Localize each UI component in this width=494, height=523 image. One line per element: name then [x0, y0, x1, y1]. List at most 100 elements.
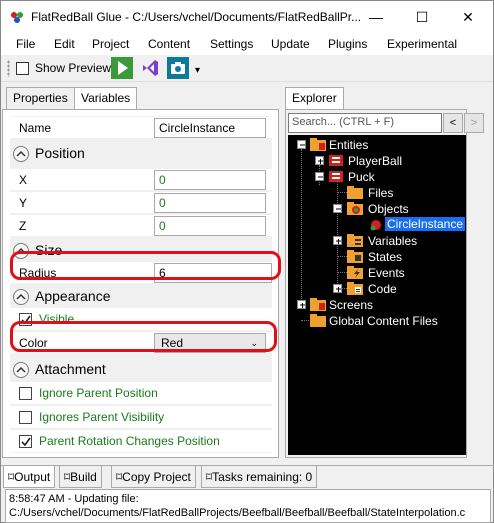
collapse-appearance-icon[interactable]	[13, 289, 29, 305]
menu-plugins[interactable]: Plugins	[328, 37, 367, 51]
x-field[interactable]: 0	[154, 170, 266, 190]
maximize-button[interactable]: ☐	[399, 1, 445, 33]
ignore-parent-position-row: Ignore Parent Position	[10, 382, 272, 405]
tab-copy-project-label: Copy Project	[122, 470, 191, 484]
tree-global-content-files[interactable]: Global Content Files	[329, 314, 438, 328]
z-row: Z 0	[10, 215, 272, 237]
tree-files[interactable]: Files	[368, 186, 393, 200]
property-grid: Name CircleInstance Position X 0 Y 0 Z 0	[10, 116, 272, 453]
tab-copy-project[interactable]: ⌑Copy Project	[111, 466, 196, 488]
z-label: Z	[19, 219, 27, 233]
menu-update[interactable]: Update	[271, 37, 310, 51]
tree-puck[interactable]: Puck	[348, 170, 375, 184]
variables-panel: Name CircleInstance Position X 0 Y 0 Z 0	[2, 109, 281, 458]
output-log[interactable]: 8:58:47 AM - Updating file: C:/Users/vch…	[5, 489, 491, 523]
parent-rotation-row: Parent Rotation Changes Position	[10, 430, 272, 453]
show-preview-label: Show Preview	[35, 61, 112, 75]
tree-variables[interactable]: Variables	[368, 234, 417, 248]
back-button[interactable]: <	[443, 113, 463, 133]
parent-rotation-checkbox[interactable]	[19, 435, 32, 448]
tab-output-label: Output	[14, 470, 51, 484]
name-label: Name	[19, 121, 52, 135]
tree-screens[interactable]: Screens	[329, 298, 373, 312]
collapse-position-icon[interactable]	[13, 146, 29, 162]
tab-tasks-label: Tasks remaining: 0	[212, 470, 313, 484]
tree-circle-instance[interactable]: CircleInstance	[385, 217, 466, 231]
ignores-parent-visibility-label: Ignores Parent Visibility	[39, 410, 165, 424]
x-label: X	[19, 173, 28, 187]
tab-tasks-remaining[interactable]: ⌑Tasks remaining: 0	[201, 466, 318, 488]
play-icon[interactable]	[111, 57, 133, 79]
folder-icon	[310, 298, 326, 311]
toolbar-overflow-icon[interactable]: ▾	[195, 65, 200, 76]
expand-code-icon[interactable]	[333, 284, 342, 293]
name-field[interactable]: CircleInstance	[154, 118, 266, 138]
tab-output[interactable]: ⌑Output	[3, 466, 56, 488]
y-row: Y 0	[10, 192, 272, 214]
tab-explorer[interactable]: Explorer	[285, 87, 344, 110]
code-folder-icon	[347, 282, 363, 295]
left-tabs: Properties Variables	[2, 87, 277, 110]
window-title: FlatRedBall Glue - C:/Users/vchel/Docume…	[31, 10, 362, 24]
x-row: X 0	[10, 169, 272, 191]
expand-variables-icon[interactable]	[333, 236, 342, 245]
tree-code[interactable]: Code	[368, 282, 397, 296]
ignore-parent-position-checkbox[interactable]	[19, 387, 32, 400]
menu-settings[interactable]: Settings	[210, 37, 253, 51]
tree-guide	[301, 149, 302, 309]
visual-studio-icon[interactable]	[139, 57, 161, 79]
output-line: 8:58:47 AM - Updating file:	[9, 493, 139, 505]
menu-edit[interactable]: Edit	[54, 37, 75, 51]
toolbar-grip[interactable]	[7, 60, 10, 77]
tree-objects[interactable]: Objects	[368, 202, 409, 216]
objects-folder-icon	[347, 202, 363, 215]
expand-playerball-icon[interactable]	[315, 156, 324, 165]
tab-properties[interactable]: Properties	[6, 87, 75, 109]
collapse-puck-icon[interactable]	[315, 172, 324, 181]
title-bar: FlatRedBall Glue - C:/Users/vchel/Docume…	[1, 1, 493, 33]
menu-content[interactable]: Content	[148, 37, 190, 51]
menu-project[interactable]: Project	[92, 37, 129, 51]
events-folder-icon	[347, 266, 363, 279]
ignores-parent-visibility-checkbox[interactable]	[19, 411, 32, 424]
tree-guide	[337, 272, 347, 273]
camera-icon[interactable]	[167, 57, 189, 79]
appearance-category[interactable]: Appearance	[10, 286, 272, 308]
y-label: Y	[19, 196, 28, 210]
tab-build[interactable]: ⌑Build	[59, 466, 102, 488]
menu-experimental[interactable]: Experimental	[387, 37, 457, 51]
close-button[interactable]: ✕	[445, 1, 491, 33]
folder-icon	[347, 186, 363, 199]
collapse-objects-icon[interactable]	[333, 204, 342, 213]
explorer-tree: Entities PlayerBall Puck Files Objects C…	[288, 135, 466, 455]
tree-states[interactable]: States	[368, 250, 402, 264]
toolbar: Show Preview ▾	[1, 55, 493, 82]
collapse-attachment-icon[interactable]	[13, 362, 29, 378]
position-title: Position	[35, 145, 85, 161]
output-line: C:/Users/vchel/Documents/FlatRedBallProj…	[9, 507, 466, 519]
tree-events[interactable]: Events	[368, 266, 405, 280]
attachment-category[interactable]: Attachment	[10, 359, 272, 381]
collapse-entities-icon[interactable]	[297, 140, 306, 149]
entity-icon	[329, 155, 343, 166]
menu-bar: File Edit Project Content Settings Updat…	[1, 33, 493, 55]
tree-guide	[337, 256, 347, 257]
position-category[interactable]: Position	[10, 143, 272, 165]
expand-screens-icon[interactable]	[297, 300, 306, 309]
search-input[interactable]: Search... (CTRL + F)	[288, 113, 442, 133]
radius-highlight	[10, 251, 281, 280]
show-preview-checkbox[interactable]	[16, 62, 29, 75]
variables-folder-icon	[347, 234, 363, 247]
minimize-button[interactable]: —	[353, 1, 399, 33]
forward-button[interactable]: >	[464, 113, 484, 133]
z-field[interactable]: 0	[154, 216, 266, 236]
entity-icon	[329, 171, 343, 182]
tree-playerball[interactable]: PlayerBall	[348, 154, 402, 168]
appearance-title: Appearance	[35, 288, 111, 304]
y-field[interactable]: 0	[154, 193, 266, 213]
tree-entities[interactable]: Entities	[329, 138, 368, 152]
menu-file[interactable]: File	[16, 37, 35, 51]
attachment-title: Attachment	[35, 361, 106, 377]
tab-variables[interactable]: Variables	[74, 87, 138, 110]
ignores-parent-visibility-row: Ignores Parent Visibility	[10, 406, 272, 429]
